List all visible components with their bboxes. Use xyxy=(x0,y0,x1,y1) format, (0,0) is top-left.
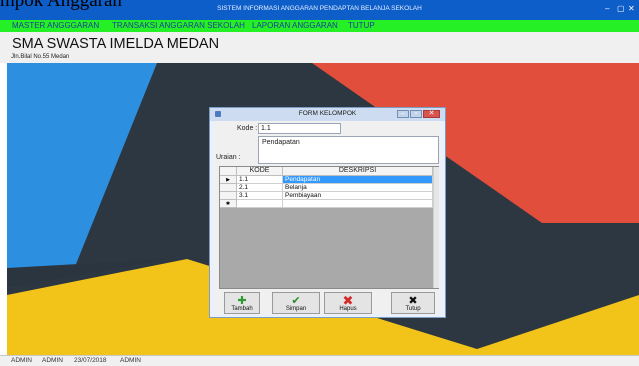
menu-tutup[interactable]: TUTUP xyxy=(348,21,375,31)
cell-deskripsi[interactable]: Belanja xyxy=(283,184,433,192)
cell-kode[interactable]: 3.1 xyxy=(237,192,283,200)
grid-corner xyxy=(220,167,237,176)
tutup-button[interactable]: ✖ Tutup xyxy=(391,292,435,314)
table-row[interactable]: ▶ 1.1 Pendapatan xyxy=(220,176,438,184)
form-minimize-button[interactable]: – xyxy=(397,110,409,118)
status-extra: ADMIN xyxy=(120,357,141,364)
maximize-button[interactable]: ▢ xyxy=(617,4,625,14)
caption-text: mpok Anggaran xyxy=(0,0,122,11)
school-address: Jln.Bilal No.55 Medan xyxy=(11,54,70,60)
row-selector-icon[interactable] xyxy=(220,192,237,200)
school-name: SMA SWASTA IMELDA MEDAN xyxy=(12,36,220,52)
column-header-kode[interactable]: KODE xyxy=(237,167,283,176)
maximize-icon: ▫ xyxy=(414,110,418,117)
hapus-label: Hapus xyxy=(339,306,357,312)
menu-transaksi-anggaran[interactable]: TRANSAKSI ANGGARAN SEKOLAH xyxy=(112,21,245,31)
minimize-button[interactable]: – xyxy=(605,4,609,14)
new-row-icon[interactable]: ✱ xyxy=(220,200,237,208)
status-date: 23/07/2018 xyxy=(74,357,107,364)
cell-kode[interactable]: 2.1 xyxy=(237,184,283,192)
school-header: SMA SWASTA IMELDA MEDAN Jln.Bilal No.55 … xyxy=(0,32,639,63)
form-titlebar[interactable]: FORM KELOMPOK – ▫ ✕ xyxy=(210,108,445,121)
form-maximize-button[interactable]: ▫ xyxy=(410,110,422,118)
row-selector-icon[interactable] xyxy=(220,184,237,192)
uraian-label: Uraian : xyxy=(216,154,241,161)
cell-kode[interactable]: 1.1 xyxy=(237,176,283,184)
uraian-field[interactable]: Pendapatan xyxy=(258,136,439,164)
kelompok-grid[interactable]: KODE DESKRIPSI ▶ 1.1 Pendapatan 2.1 Bela… xyxy=(219,166,439,289)
cell-deskripsi[interactable]: Pendapatan xyxy=(283,176,433,184)
kode-field[interactable]: 1.1 xyxy=(258,123,341,134)
column-header-deskripsi[interactable]: DESKRIPSI xyxy=(283,167,433,176)
table-row[interactable]: 2.1 Belanja xyxy=(220,184,438,192)
minimize-icon: – xyxy=(401,110,405,117)
tutup-label: Tutup xyxy=(405,306,421,312)
close-button[interactable]: ✕ xyxy=(628,4,635,14)
kode-label: Kode : xyxy=(237,125,258,132)
form-close-button[interactable]: ✕ xyxy=(423,110,440,118)
status-bar: ADMIN ADMIN 23/07/2018 ADMIN xyxy=(0,355,639,366)
cell-deskripsi[interactable]: Pembiayaan xyxy=(283,192,433,200)
status-role: ADMIN xyxy=(42,357,63,364)
menu-bar: MASTER ANGGGARAN TRANSAKSI ANGGARAN SEKO… xyxy=(0,20,639,32)
cell-kode[interactable] xyxy=(237,200,283,208)
menu-laporan-anggaran[interactable]: LAPORAN ANGGARAN xyxy=(252,21,338,31)
table-row-new[interactable]: ✱ xyxy=(220,200,438,208)
simpan-button[interactable]: ✔ Simpan xyxy=(272,292,320,314)
tambah-button[interactable]: ✚ Tambah xyxy=(224,292,260,314)
form-body: Kode : 1.1 Uraian : Pendapatan KODE DESK… xyxy=(215,121,440,314)
hapus-button[interactable]: ✖ Hapus xyxy=(324,292,372,314)
tambah-label: Tambah xyxy=(231,306,253,312)
status-user: ADMIN xyxy=(11,357,32,364)
menu-master-anggaran[interactable]: MASTER ANGGGARAN xyxy=(12,21,99,31)
form-kelompok-window[interactable]: FORM KELOMPOK – ▫ ✕ Kode : 1.1 Uraian : … xyxy=(209,107,446,318)
close-icon: ✕ xyxy=(428,110,435,117)
row-selector-icon[interactable]: ▶ xyxy=(220,176,237,184)
cell-deskripsi[interactable] xyxy=(283,200,433,208)
table-row[interactable]: 3.1 Pembiayaan xyxy=(220,192,438,200)
grid-vertical-scrollbar[interactable] xyxy=(433,167,439,288)
simpan-label: Simpan xyxy=(285,306,307,312)
